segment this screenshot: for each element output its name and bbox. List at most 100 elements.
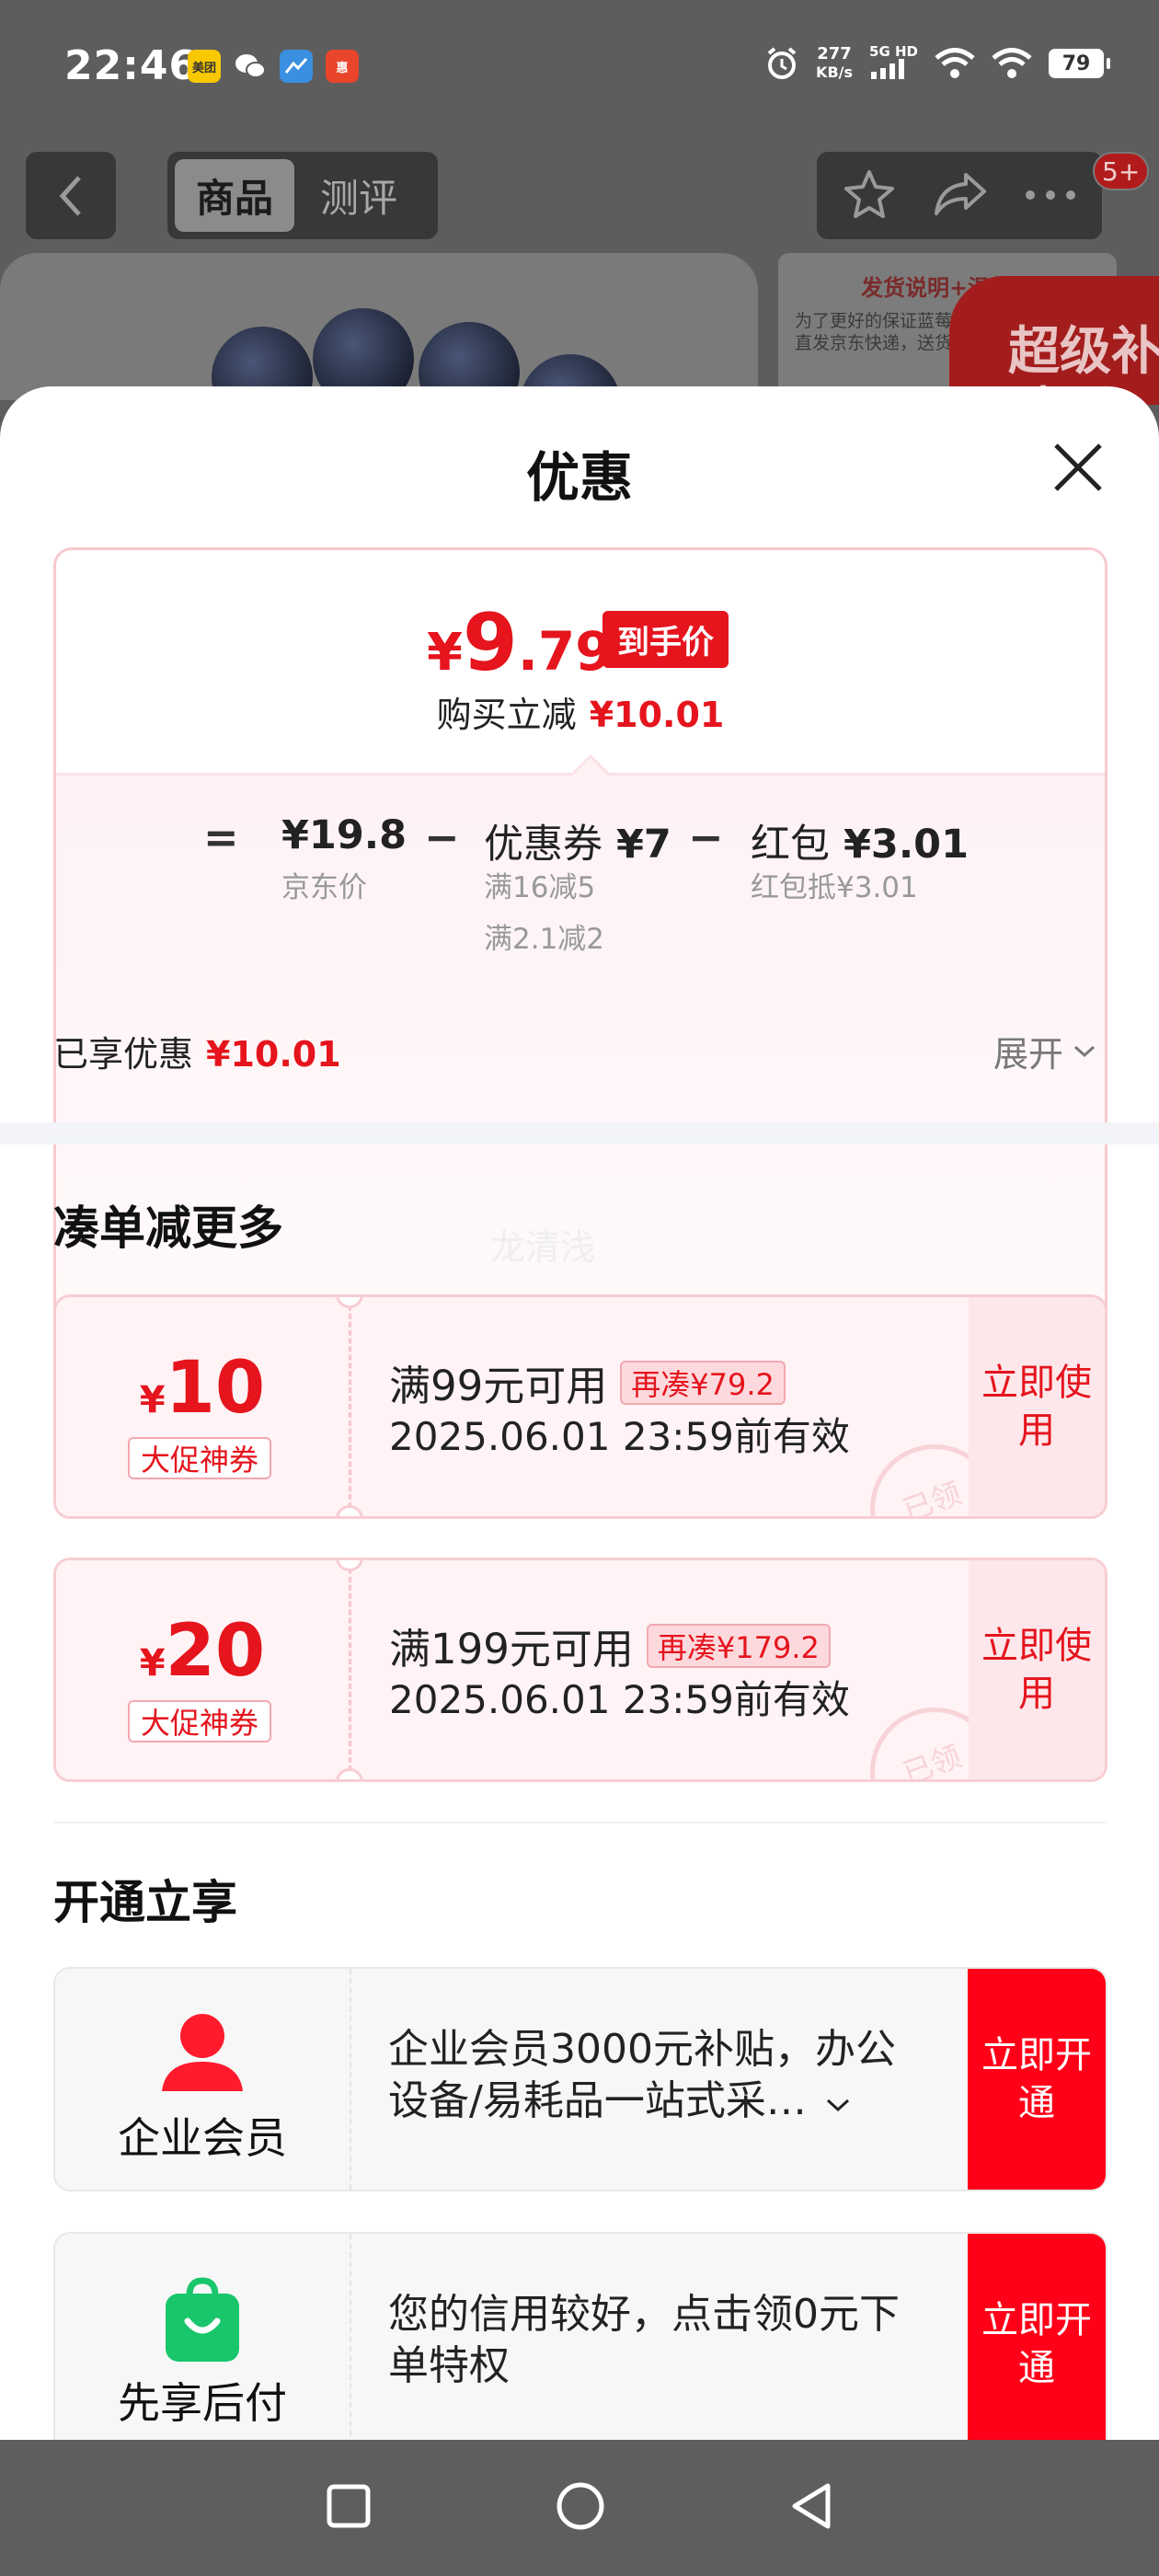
watermark: 龙清浅: [490, 1227, 596, 1268]
use-now-button[interactable]: 立即使用: [969, 1560, 1105, 1779]
enjoyed-discount-label: 已享优惠: [53, 1034, 194, 1075]
redpacket-detail: 红包抵¥3.01: [751, 871, 918, 904]
jd-price-value: ¥19.8: [281, 812, 407, 858]
signal-indicator: 5G HD: [869, 44, 918, 83]
minus-sign: −: [688, 812, 724, 862]
network-speed-unit: KB/s: [816, 63, 854, 81]
share-icon[interactable]: [933, 171, 988, 221]
minus-sign: −: [424, 812, 460, 862]
back-nav-button[interactable]: [789, 2481, 833, 2535]
square-icon: [327, 2484, 371, 2528]
redpacket-label: 红包: [751, 822, 830, 868]
jd-price-label: 京东价: [281, 871, 367, 904]
coupon-expiry: 2025.06.01 23:59前有效: [389, 1677, 850, 1722]
alarm-icon: [764, 46, 799, 81]
coupon-deduction: 优惠券 ¥7: [484, 812, 671, 869]
person-icon: [156, 2010, 248, 2097]
status-time: 22:46: [64, 42, 199, 89]
close-button[interactable]: [1049, 438, 1107, 497]
coupon-card: ¥10 大促神券 满99元可用 再凑¥79.2 2025.06.01 23:59…: [53, 1294, 1107, 1519]
service-name: 企业会员: [118, 2113, 287, 2163]
service-card-pay-later: 先享后付 您的信用较好，点击领0元下单特权 立即开通: [53, 2232, 1107, 2440]
battery-indicator: 79: [1049, 49, 1110, 78]
network-speed: 277 KB/s: [816, 45, 853, 82]
equals-sign: =: [203, 812, 239, 862]
use-now-button[interactable]: 立即使用: [969, 1297, 1105, 1516]
open-now-button[interactable]: 立即开通: [968, 2234, 1106, 2440]
final-price-decimal: .79: [517, 620, 613, 683]
section-title-open-benefits: 开通立享: [53, 1876, 237, 1929]
redpacket-deduction: 红包 ¥3.01: [751, 812, 969, 869]
meituan-icon: 美团: [188, 50, 221, 83]
back-button[interactable]: [26, 152, 116, 239]
coupon-amount: ¥10: [56, 1352, 349, 1424]
final-price-integer: 9: [462, 597, 518, 689]
service-description-text: 企业会员3000元补贴，办公设备/易耗品一站式采…: [388, 2026, 896, 2124]
tab-product[interactable]: 商品: [175, 159, 294, 232]
status-indicators: 277 KB/s 5G HD 79: [764, 44, 1110, 83]
open-now-button[interactable]: 立即开通: [968, 1969, 1106, 2190]
header-actions: [817, 152, 1102, 239]
app-icon: [280, 50, 313, 83]
status-app-icons: 美团 惠: [188, 50, 359, 83]
triangle-back-icon: [792, 2483, 831, 2529]
more-icon[interactable]: [1025, 187, 1076, 204]
shopping-bag-icon: [156, 2275, 248, 2367]
super-subsidy-badge: 超级补贴日: [949, 276, 1159, 443]
coupon-condition-text: 满99元可用: [389, 1362, 608, 1410]
system-nav-bar: [0, 2440, 1159, 2576]
redpacket-value: ¥3.01: [843, 822, 969, 868]
home-button[interactable]: [556, 2481, 605, 2535]
expand-label: 展开: [993, 1034, 1064, 1075]
coupon-amount: ¥20: [56, 1616, 349, 1687]
sheet-title: 优惠: [525, 446, 633, 509]
final-price-badge: 到手价: [602, 611, 729, 668]
enjoyed-discount: 已享优惠 ¥10.01: [53, 1026, 341, 1076]
expand-button[interactable]: 展开: [993, 1026, 1096, 1076]
star-icon[interactable]: [843, 168, 896, 224]
circle-icon: [557, 2482, 604, 2530]
service-card-enterprise: 企业会员 企业会员3000元补贴，办公设备/易耗品一站式采… 立即开通: [53, 1967, 1107, 2191]
final-price: ¥ 9 .79: [427, 604, 613, 683]
instant-discount: 购买立减 ¥10.01: [56, 686, 1105, 737]
section-title-more-deals: 凑单减更多: [53, 1202, 283, 1255]
service-description[interactable]: 企业会员3000元补贴，办公设备/易耗品一站式采…: [388, 2024, 922, 2127]
instant-discount-amount: ¥10.01: [589, 695, 725, 735]
wifi-icon: [935, 48, 975, 79]
chevron-down-icon: [1074, 1045, 1096, 1057]
wechat-icon: [234, 50, 267, 83]
chevron-left-icon: [59, 175, 81, 216]
network-speed-value: 277: [817, 44, 852, 63]
tab-review[interactable]: 测评: [304, 159, 414, 232]
status-bar: 22:46 美团 惠 277 KB/s 5G HD 79: [0, 0, 1159, 138]
coupon-tag: 大促神券: [128, 1437, 272, 1479]
recent-apps-button[interactable]: [326, 2483, 372, 2533]
coupon-card: ¥20 大促神券 满199元可用 再凑¥179.2 2025.06.01 23:…: [53, 1558, 1107, 1782]
final-price-symbol: ¥: [427, 623, 463, 683]
service-name: 先享后付: [118, 2378, 287, 2428]
coupon-condition: 满99元可用 再凑¥79.2: [389, 1352, 786, 1412]
shipping-info-text: 为了更好的保证蓝莓的 直发京东快递，送货: [795, 311, 970, 353]
coupon-need-badge: 再凑¥179.2: [646, 1623, 831, 1668]
coupon-symbol: ¥: [139, 1379, 166, 1421]
coupon-rule: 满2.1减2: [484, 923, 605, 956]
page-tabs: 商品 测评: [167, 152, 438, 239]
chevron-down-icon: [826, 2099, 849, 2112]
coupon-symbol: ¥: [139, 1642, 166, 1685]
message-badge: 5+: [1093, 152, 1150, 190]
coupon-need-badge: 再凑¥79.2: [620, 1360, 786, 1405]
close-icon: [1054, 443, 1102, 491]
coupon-value: 20: [165, 1610, 266, 1693]
product-image: [0, 253, 758, 400]
coupon-rule: 满16减5: [484, 871, 596, 904]
signal-label: 5G HD: [869, 43, 918, 60]
enjoyed-discount-amount: ¥10.01: [206, 1034, 341, 1075]
coupon-value: 10: [165, 1347, 266, 1430]
wifi-icon: [992, 48, 1032, 79]
service-description: 您的信用较好，点击领0元下单特权: [388, 2291, 900, 2389]
coupon-expiry: 2025.06.01 23:59前有效: [389, 1414, 850, 1459]
signal-icon: [871, 59, 905, 79]
coupon-deduction-label: 优惠券: [484, 822, 602, 868]
coupon-tag: 大促神券: [128, 1700, 272, 1742]
instant-discount-label: 购买立减: [436, 695, 577, 735]
